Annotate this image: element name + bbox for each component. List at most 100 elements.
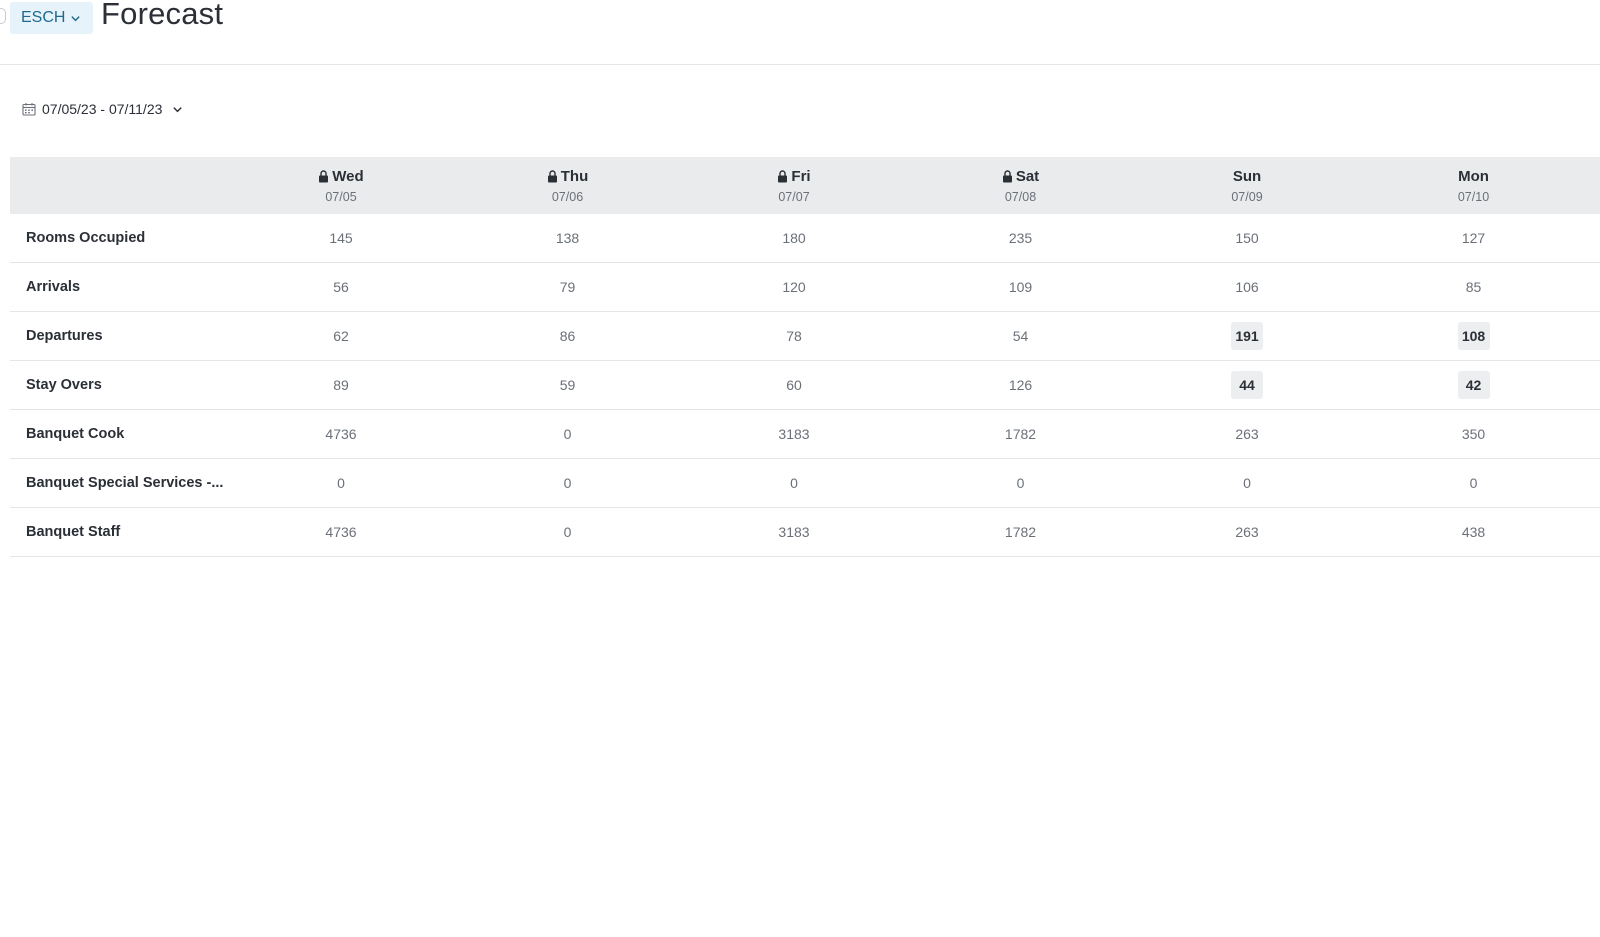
table-cell[interactable]: 263 [1134,507,1360,557]
cell-value: 1782 [1004,524,1037,540]
table-cell[interactable]: 3183 [681,409,907,459]
cell-value: 56 [333,279,349,295]
table-cell[interactable]: 350 [1360,409,1587,459]
cell-value: 120 [782,279,806,295]
table-cell[interactable]: 86 [454,311,681,361]
table-cell[interactable]: 150 [1134,214,1360,263]
calendar-icon [22,103,36,116]
table-cell[interactable]: 145 [228,214,454,263]
cell-value: 0 [1243,475,1251,491]
header-filler [1587,157,1600,214]
cell-value: 0 [1469,475,1478,491]
table-row: Arrivals 56 79 120 109 106 85 [10,262,1600,312]
cell-value: 438 [1461,524,1486,540]
page-title: Forecast [101,0,224,31]
table-cell[interactable]: 235 [907,214,1134,263]
column-header[interactable]: Wed 07/05 [228,157,454,214]
cell-value: 0 [337,475,345,491]
property-selector[interactable]: ESCH [10,2,94,34]
table-cell[interactable]: 0 [454,458,681,508]
table-cell[interactable]: 0 [454,507,681,557]
table-cell[interactable]: 54 [907,311,1134,361]
cell-value: 235 [1008,230,1033,246]
table-cell[interactable]: 120 [681,262,907,312]
table-cell[interactable]: 109 [907,262,1134,312]
table-row: Banquet Special Services -... 0 0 0 0 0 0 [10,458,1600,508]
cell-value: 0 [790,475,798,491]
table-cell[interactable]: 0 [454,409,681,459]
chevron-down-icon [71,15,81,21]
row-label: Banquet Cook [10,409,228,459]
column-header[interactable]: Fri 07/07 [681,157,907,214]
table-cell[interactable]: 0 [907,458,1134,508]
table-cell[interactable]: 44 [1134,360,1360,410]
cell-value: 263 [1235,426,1259,442]
row-label: Rooms Occupied [10,214,228,263]
cell-value: 85 [1465,279,1482,295]
column-header[interactable]: Sun 07/09 [1134,157,1360,214]
column-day: Mon [1458,167,1489,185]
table-cell[interactable]: 127 [1360,214,1587,263]
table-cell[interactable]: 79 [454,262,681,312]
table-cell[interactable]: 191 [1134,311,1360,361]
column-date: 07/07 [778,189,810,204]
table-cell[interactable]: 1782 [907,507,1134,557]
row-filler [1587,507,1600,557]
row-filler [1587,262,1600,312]
column-date: 07/05 [325,189,357,204]
cell-value: 0 [1016,475,1025,491]
table-cell[interactable]: 180 [681,214,907,263]
lock-icon [547,169,557,182]
table-row: Stay Overs 89 59 60 126 44 42 [10,360,1600,410]
cell-value: 0 [563,475,572,491]
column-header[interactable]: Sat 07/08 [907,157,1134,214]
cell-value: 42 [1457,371,1490,399]
column-day: Fri [791,167,811,185]
header-corner [10,157,228,214]
table-cell[interactable]: 106 [1134,262,1360,312]
cell-value: 180 [782,230,806,246]
cell-value: 126 [1008,377,1033,393]
column-header[interactable]: Mon 07/10 [1360,157,1587,214]
table-cell[interactable]: 60 [681,360,907,410]
cell-value: 106 [1235,279,1259,295]
table-cell[interactable]: 42 [1360,360,1587,410]
table-cell[interactable]: 438 [1360,507,1587,557]
lock-icon [1002,169,1012,182]
table-cell[interactable]: 126 [907,360,1134,410]
row-filler [1587,409,1600,459]
column-day: Sun [1232,167,1262,185]
table-cell[interactable]: 56 [228,262,454,312]
table-cell[interactable]: 4736 [228,409,454,459]
table-cell[interactable]: 3183 [681,507,907,557]
table-cell[interactable]: 62 [228,311,454,361]
panel-edge-handle[interactable] [0,8,6,24]
column-date: 07/09 [1231,189,1263,204]
table-cell[interactable]: 0 [1360,458,1587,508]
cell-value: 60 [786,377,802,393]
column-date: 07/10 [1457,189,1490,204]
row-filler [1587,311,1600,361]
table-cell[interactable]: 85 [1360,262,1587,312]
table-cell[interactable]: 59 [454,360,681,410]
table-cell[interactable]: 78 [681,311,907,361]
cell-value: 1782 [1004,426,1037,442]
cell-value: 127 [1461,230,1486,246]
table-cell[interactable]: 0 [228,458,454,508]
table-cell[interactable]: 1782 [907,409,1134,459]
table-cell[interactable]: 0 [1134,458,1360,508]
property-label: ESCH [21,9,66,26]
table-cell[interactable]: 89 [228,360,454,410]
table-cell[interactable]: 108 [1360,311,1587,361]
table-cell[interactable]: 138 [454,214,681,263]
column-header[interactable]: Thu 07/06 [454,157,681,214]
cell-value: 138 [555,230,580,246]
table-cell[interactable]: 4736 [228,507,454,557]
date-range-label: 07/05/23 - 07/11/23 [42,101,163,117]
cell-value: 3183 [778,524,810,540]
row-filler [1587,360,1600,410]
date-range-picker[interactable]: 07/05/23 - 07/11/23 [22,101,183,117]
table-cell[interactable]: 263 [1134,409,1360,459]
cell-value: 109 [1008,279,1033,295]
table-cell[interactable]: 0 [681,458,907,508]
